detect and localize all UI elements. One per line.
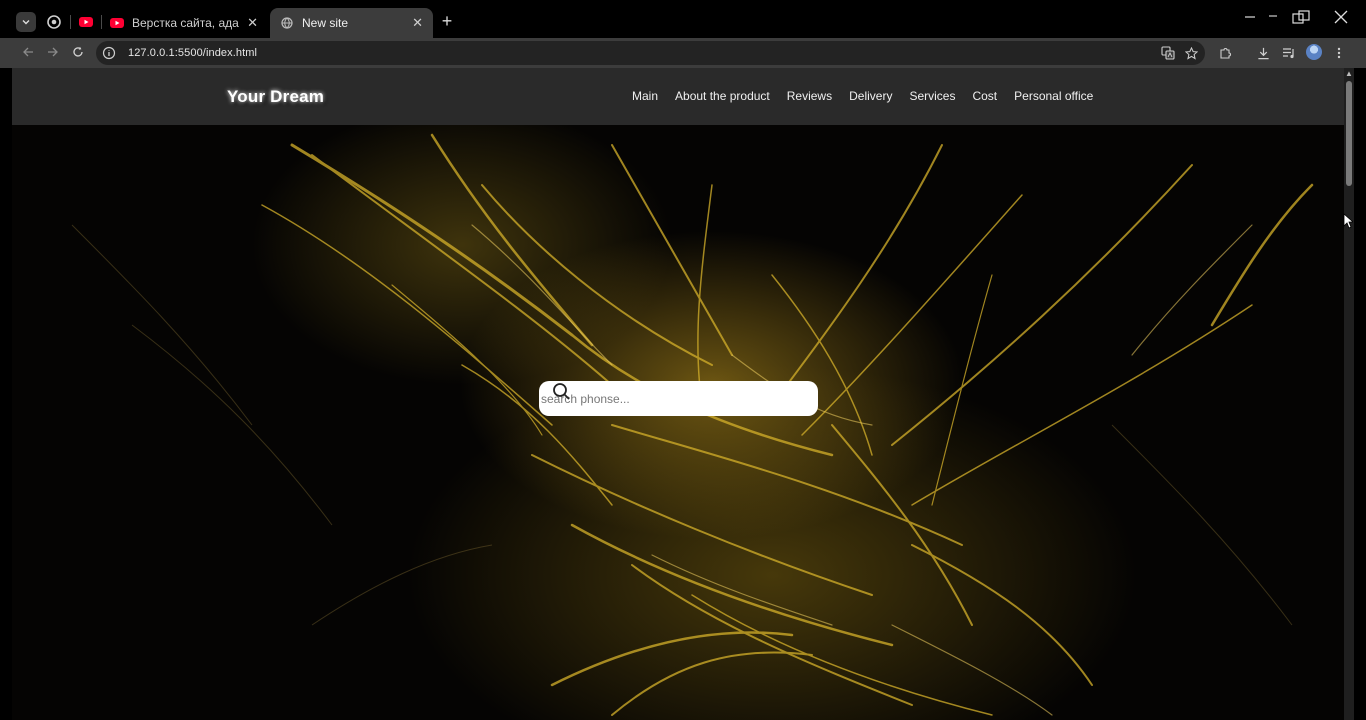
browser-toolbar: 127.0.0.1:5500/index.html: [0, 38, 1366, 68]
nav-link-services[interactable]: Services: [909, 89, 955, 103]
star-icon: [1184, 46, 1198, 60]
minimize-icon: [1269, 15, 1277, 17]
mouse-cursor-icon: [1343, 213, 1353, 229]
tab-search-button[interactable]: [16, 12, 36, 32]
minimize-button[interactable]: [1244, 10, 1256, 26]
site-header: Your Dream Main About the product Review…: [12, 68, 1344, 125]
tab-youtube-video[interactable]: Верстка сайта, адаптив сайта, ✕: [100, 8, 268, 38]
minimize-secondary-button[interactable]: [1268, 10, 1278, 26]
search-input[interactable]: [539, 390, 759, 407]
nav-link-about-the-product[interactable]: About the product: [675, 89, 770, 103]
chevron-down-icon: [22, 20, 30, 25]
url-text: 127.0.0.1:5500/index.html: [128, 47, 258, 59]
nav-link-personal-office[interactable]: Personal office: [1014, 89, 1093, 103]
puzzle-icon: [1220, 48, 1231, 59]
site-logo[interactable]: Your Dream: [227, 87, 324, 107]
search-box[interactable]: [539, 381, 818, 416]
tab-new-site[interactable]: New site ✕: [270, 8, 433, 38]
scroll-up-arrow-icon[interactable]: ▲: [1345, 70, 1353, 78]
tab-strip: Верстка сайта, адаптив сайта, ✕ New site…: [0, 0, 1366, 38]
tab-title: New site: [302, 16, 349, 30]
tab-separator: [70, 15, 71, 29]
profile-avatar[interactable]: [1306, 44, 1322, 60]
youtube-icon: [79, 17, 93, 27]
nav-link-cost[interactable]: Cost: [972, 89, 997, 103]
reload-icon: [73, 46, 83, 57]
download-icon: [1257, 47, 1269, 59]
page-scrollbar[interactable]: ▲: [1344, 68, 1354, 720]
nav-link-main[interactable]: Main: [632, 89, 658, 103]
youtube-icon: [110, 16, 124, 30]
bookmark-button[interactable]: [1182, 44, 1200, 62]
close-icon: [1334, 10, 1348, 24]
playlist-icon: [1283, 48, 1294, 59]
back-button[interactable]: [19, 44, 37, 62]
globe-icon: [280, 16, 294, 30]
close-tab-icon[interactable]: ✕: [247, 15, 258, 31]
golden-fibers-image: [71, 133, 1314, 716]
nav-link-reviews[interactable]: Reviews: [787, 89, 832, 103]
pinned-tab-youtube[interactable]: [78, 14, 94, 30]
arrow-left-icon: [23, 47, 33, 57]
chrome-icon: [47, 15, 61, 29]
close-window-button[interactable]: [1334, 10, 1348, 27]
translate-button[interactable]: [1159, 44, 1177, 62]
restore-icon: [1292, 10, 1310, 24]
hero-background: [12, 125, 1344, 720]
scrollbar-thumb[interactable]: [1346, 81, 1352, 186]
translate-icon: [1161, 46, 1175, 60]
main-nav: Main About the product Reviews Delivery …: [632, 89, 1110, 103]
search-icon: [553, 383, 570, 400]
nav-link-delivery[interactable]: Delivery: [849, 89, 892, 103]
close-tab-icon[interactable]: ✕: [412, 15, 423, 31]
new-tab-button[interactable]: +: [437, 12, 457, 32]
forward-button[interactable]: [44, 44, 62, 62]
media-control-button[interactable]: [1280, 44, 1298, 62]
more-vert-icon: [1337, 47, 1341, 59]
site-info-icon[interactable]: [102, 46, 116, 60]
address-bar[interactable]: 127.0.0.1:5500/index.html: [96, 41, 1205, 65]
downloads-button[interactable]: [1254, 44, 1272, 62]
menu-button[interactable]: [1330, 44, 1348, 62]
arrow-right-icon: [48, 47, 58, 57]
page-viewport: Your Dream Main About the product Review…: [12, 68, 1344, 720]
minimize-icon: [1245, 16, 1255, 18]
window-edge: [1354, 68, 1366, 720]
restore-button[interactable]: [1292, 10, 1310, 27]
extensions-button[interactable]: [1217, 44, 1235, 62]
tab-title: Верстка сайта, адаптив сайта,: [132, 16, 239, 30]
pinned-tab-chrome[interactable]: [46, 14, 62, 30]
reload-button[interactable]: [69, 44, 87, 62]
